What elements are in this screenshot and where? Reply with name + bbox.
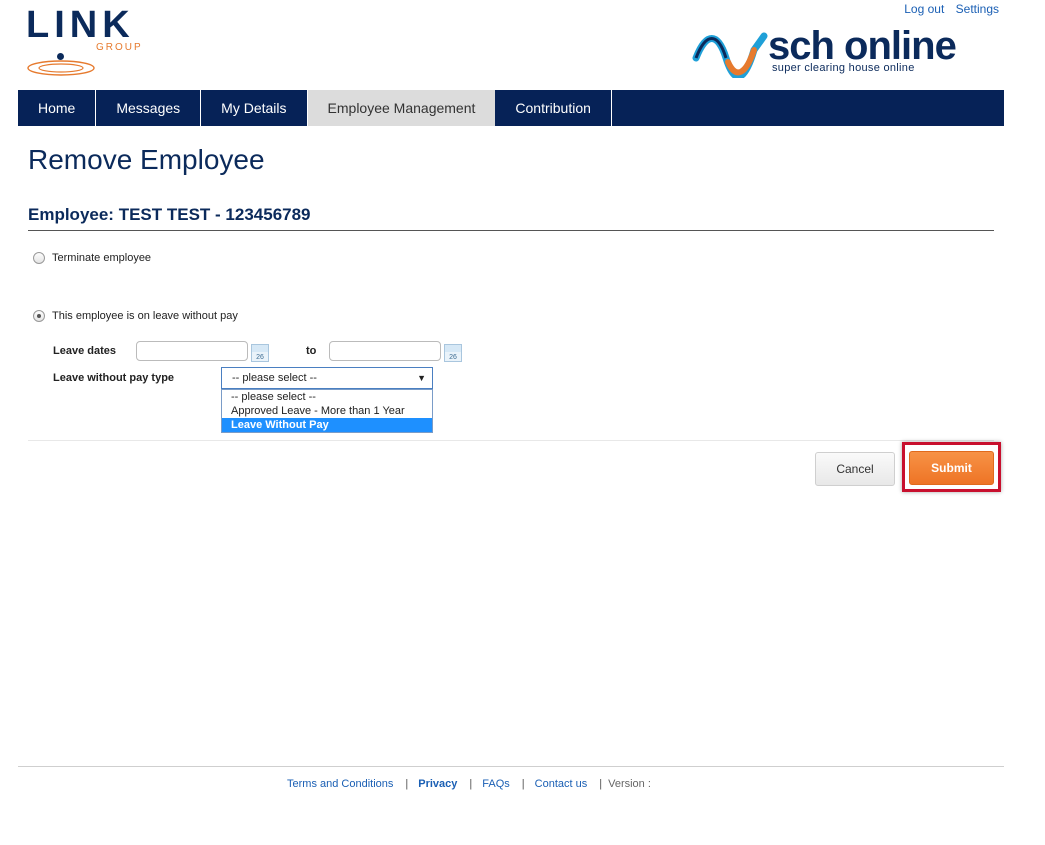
leave-dates-label: Leave dates: [53, 345, 116, 357]
footer-version: Version :: [608, 778, 651, 790]
link-logo-word: LINK: [26, 4, 135, 46]
footer-contact-link[interactable]: Contact us: [535, 778, 588, 790]
footer-privacy-link[interactable]: Privacy: [418, 778, 457, 790]
footer-faqs-link[interactable]: FAQs: [482, 778, 510, 790]
footer-separator: |: [521, 778, 525, 790]
link-logo-group: GROUP: [96, 42, 143, 53]
nav-item-employee-management[interactable]: Employee Management: [307, 90, 496, 126]
page-title: Remove Employee: [28, 144, 265, 175]
footer-separator: |: [469, 778, 473, 790]
top-links: Log out Settings: [896, 2, 999, 16]
nav-item-home[interactable]: Home: [18, 90, 97, 126]
submit-button[interactable]: Submit: [909, 451, 994, 485]
from-calendar-icon[interactable]: 26: [251, 344, 269, 362]
lwop-option[interactable]: -- please select --: [222, 390, 432, 404]
leave-option[interactable]: This employee is on leave without pay: [33, 310, 238, 322]
nav-item-contribution[interactable]: Contribution: [495, 90, 612, 126]
dropdown-arrow-icon: ▼: [417, 373, 426, 383]
sch-online-logo: sch online super clearing house online: [692, 24, 1002, 81]
lwop-type-label: Leave without pay type: [53, 372, 175, 384]
terminate-radio[interactable]: [33, 252, 45, 264]
nav-item-messages[interactable]: Messages: [96, 90, 202, 126]
leave-radio[interactable]: [33, 310, 45, 322]
footer-separator: |: [405, 778, 409, 790]
form-divider: [28, 440, 994, 441]
footer: Terms and Conditions | Privacy | FAQs | …: [287, 778, 651, 790]
to-calendar-icon[interactable]: 26: [444, 344, 462, 362]
lwop-selected-value: -- please select --: [232, 372, 317, 384]
nav-item-my-details[interactable]: My Details: [201, 90, 308, 126]
terminate-label: Terminate employee: [52, 252, 152, 264]
logout-link[interactable]: Log out: [904, 2, 944, 16]
lwop-option[interactable]: Approved Leave - More than 1 Year: [222, 404, 432, 418]
employee-heading: Employee: TEST TEST - 123456789: [28, 205, 311, 224]
sch-logo-wave-icon: [692, 32, 768, 81]
footer-terms-link[interactable]: Terms and Conditions: [287, 778, 393, 790]
to-label: to: [306, 345, 317, 357]
header: LINK GROUP Log out Settings sch online s…: [0, 0, 1045, 90]
main-nav: Home Messages My Details Employee Manage…: [18, 90, 1004, 126]
leave-from-date-input[interactable]: [136, 341, 248, 361]
link-group-logo: LINK GROUP: [26, 6, 156, 80]
settings-link[interactable]: Settings: [956, 2, 999, 16]
terminate-option[interactable]: Terminate employee: [33, 252, 151, 264]
link-logo-swoosh-icon: [27, 60, 95, 76]
leave-label: This employee is on leave without pay: [52, 310, 238, 322]
leave-to-date-input[interactable]: [329, 341, 441, 361]
heading-divider: [28, 230, 994, 231]
footer-separator: |: [599, 778, 603, 790]
cancel-button[interactable]: Cancel: [815, 452, 895, 486]
lwop-type-select[interactable]: -- please select -- ▼: [221, 367, 433, 389]
lwop-dropdown-list: -- please select -- Approved Leave - Mor…: [221, 389, 433, 433]
footer-divider: [18, 766, 1004, 767]
sch-logo-tagline: super clearing house online: [772, 62, 915, 74]
lwop-option[interactable]: Leave Without Pay: [222, 418, 432, 432]
